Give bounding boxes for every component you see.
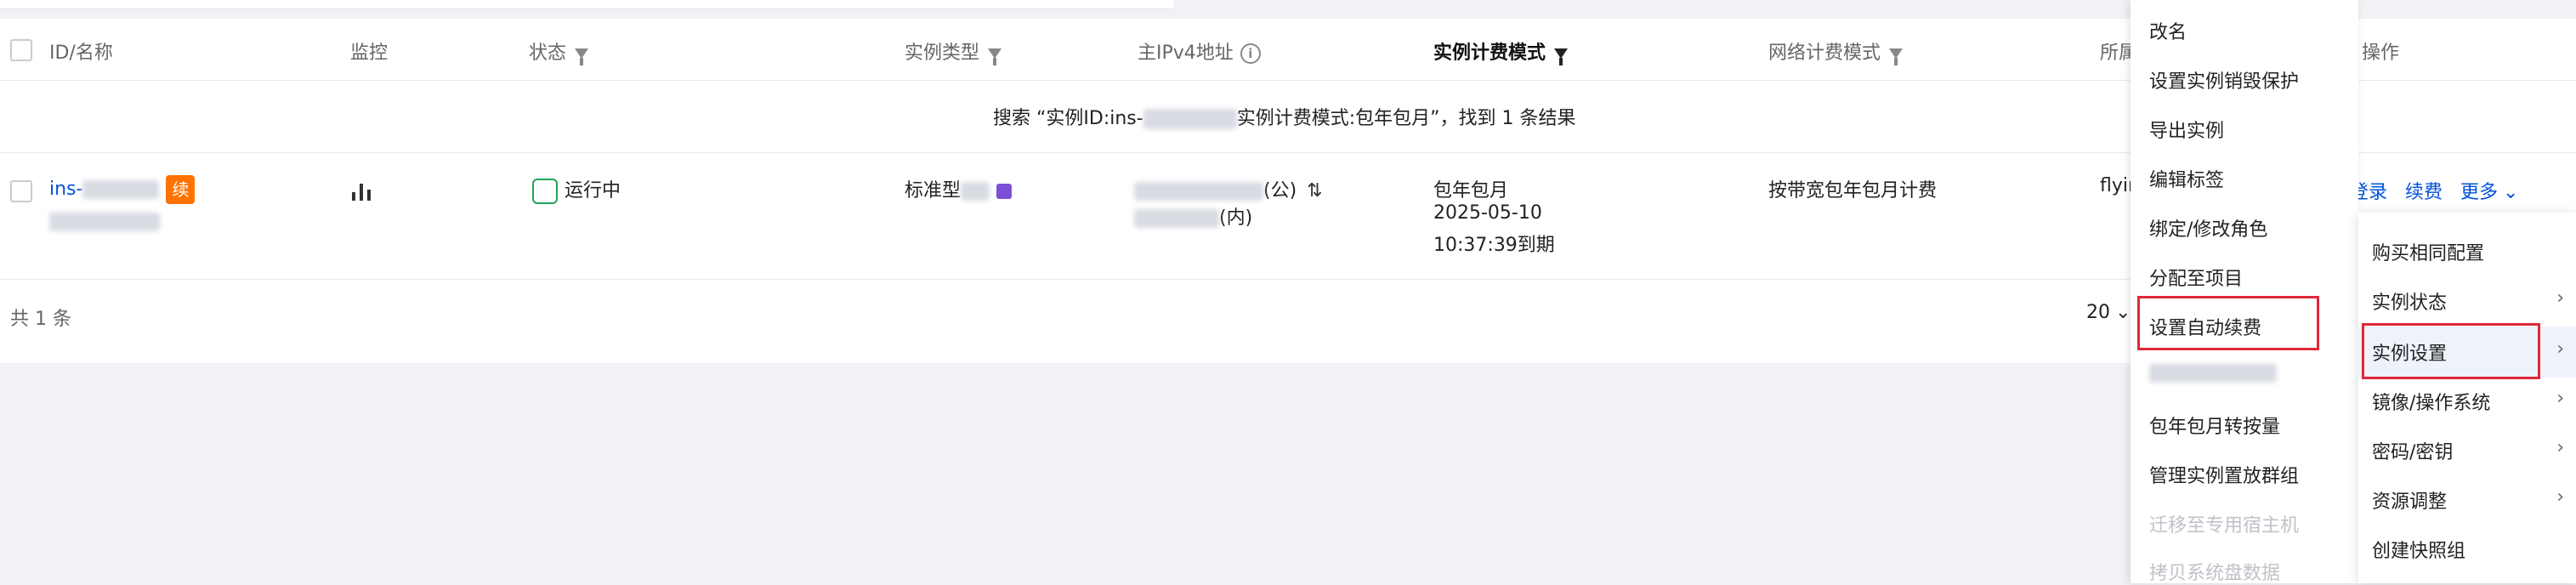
redacted-text bbox=[961, 182, 990, 201]
instance-name bbox=[49, 211, 160, 232]
search-bar-strip bbox=[0, 0, 1173, 9]
menu-item-rename[interactable]: 改名 bbox=[2149, 17, 2187, 44]
menu-item-password-key-label: 密码/密钥 bbox=[2372, 442, 2454, 463]
header-ipv4-label: 主IPv4地址 bbox=[1138, 43, 1234, 64]
menu-item-instance-status-label: 实例状态 bbox=[2372, 292, 2448, 314]
menu-item-placement-group[interactable]: 管理实例置放群组 bbox=[2149, 461, 2299, 488]
swap-ip-icon[interactable]: ⇅ bbox=[1307, 180, 1322, 202]
instance-id[interactable]: ins- 续 bbox=[49, 175, 196, 204]
header-network-billing-label: 网络计费模式 bbox=[1768, 43, 1881, 64]
menu-item-image-os-label: 镜像/操作系统 bbox=[2372, 393, 2491, 414]
header-billing-mode-label: 实例计费模式 bbox=[1433, 43, 1546, 64]
chevron-down-icon: ⌄ bbox=[2503, 182, 2519, 203]
menu-item-create-snapshot-group[interactable]: 创建快照组 bbox=[2372, 536, 2465, 563]
menu-item-image-os[interactable]: 镜像/操作系统 bbox=[2372, 388, 2490, 415]
menu-item-destroy-protection[interactable]: 设置实例销毁保护 bbox=[2149, 66, 2299, 94]
more-menu: 购买相同配置 实例状态 › 实例设置 › 镜像/操作系统 › 密码/密钥 › 资… bbox=[2358, 213, 2576, 583]
row-checkbox[interactable] bbox=[10, 180, 32, 202]
header-status-label: 状态 bbox=[529, 43, 567, 64]
instance-settings-submenu: 改名 设置实例销毁保护 导出实例 编辑标签 绑定/修改角色 分配至项目 设置自动… bbox=[2131, 0, 2358, 584]
chevron-right-icon: › bbox=[2556, 437, 2564, 458]
redacted-text bbox=[1143, 109, 1237, 129]
instance-type-icon bbox=[996, 184, 1013, 199]
ip-private-suffix: (内) bbox=[1219, 207, 1253, 229]
menu-item-copy-system-disk: 拷贝系统盘数据 bbox=[2149, 563, 2281, 584]
chevron-right-icon: › bbox=[2556, 287, 2564, 309]
header-ipv4: 主IPv4地址 i bbox=[1138, 37, 1261, 65]
network-billing: 按带宽包年包月计费 bbox=[1768, 180, 1938, 202]
row-actions: 登录 续费 更多 ⌄ bbox=[2350, 177, 2518, 204]
filter-icon[interactable] bbox=[1889, 48, 1904, 65]
header-billing-mode[interactable]: 实例计费模式 bbox=[1433, 37, 1569, 65]
renew-badge: 续 bbox=[166, 175, 196, 204]
menu-item-assign-project[interactable]: 分配至项目 bbox=[2149, 264, 2243, 291]
redacted-text bbox=[2149, 364, 2277, 383]
redacted-text bbox=[1134, 209, 1219, 228]
menu-item-convert-billing[interactable]: 包年包月转按量 bbox=[2149, 412, 2280, 439]
info-icon[interactable]: i bbox=[1240, 43, 1261, 64]
header-network-billing[interactable]: 网络计费模式 bbox=[1768, 37, 1904, 65]
menu-item-password-key[interactable]: 密码/密钥 bbox=[2372, 437, 2453, 464]
header-status[interactable]: 状态 bbox=[529, 37, 589, 65]
header-monitor: 监控 bbox=[350, 43, 389, 64]
filter-icon[interactable] bbox=[988, 48, 1002, 65]
more-label: 更多 bbox=[2460, 182, 2499, 203]
menu-item-export[interactable]: 导出实例 bbox=[2149, 116, 2224, 143]
ip-public-suffix: (公) bbox=[1263, 180, 1297, 202]
ip-private: (内) bbox=[1134, 202, 1252, 230]
search-result-suffix: 实例计费模式:包年包月”，找到 1 条结果 bbox=[1236, 108, 1576, 129]
monitor-chart-icon[interactable] bbox=[350, 182, 372, 201]
renew-link[interactable]: 续费 bbox=[2405, 182, 2443, 203]
header-instance-type[interactable]: 实例类型 bbox=[905, 37, 1002, 65]
expire-date: 2025-05-10 bbox=[1433, 202, 1542, 224]
more-dropdown[interactable]: 更多 ⌄ bbox=[2460, 182, 2518, 203]
page-size-select[interactable]: 20 ⌄ bbox=[2086, 302, 2131, 323]
instance-id-link[interactable]: ins- bbox=[49, 179, 82, 200]
page-size-value: 20 bbox=[2086, 302, 2110, 323]
chevron-right-icon: › bbox=[2556, 388, 2564, 409]
menu-item-resource-adjust[interactable]: 资源调整 bbox=[2372, 486, 2447, 514]
menu-item-bind-role[interactable]: 绑定/修改角色 bbox=[2149, 214, 2267, 241]
redacted-text bbox=[82, 180, 160, 199]
highlight-box bbox=[2137, 296, 2319, 350]
filter-icon[interactable] bbox=[1554, 48, 1569, 65]
menu-item-migrate-dedicated-host: 迁移至专用宿主机 bbox=[2149, 515, 2300, 537]
select-all-checkbox[interactable] bbox=[10, 39, 32, 61]
instance-type: 标准型 bbox=[905, 175, 1013, 202]
menu-item-resource-adjust-label: 资源调整 bbox=[2372, 491, 2448, 513]
menu-item-buy-same[interactable]: 购买相同配置 bbox=[2372, 238, 2484, 265]
chevron-right-icon: › bbox=[2556, 486, 2564, 508]
status-running: 运行中 bbox=[532, 175, 621, 204]
search-result-prefix: 搜索 “实例ID:ins- bbox=[993, 108, 1143, 129]
menu-item-edit-tags[interactable]: 编辑标签 bbox=[2149, 165, 2224, 192]
highlight-box bbox=[2362, 323, 2540, 379]
search-result-text: 搜索 “实例ID:ins- 实例计费模式:包年包月”，找到 1 条结果 bbox=[993, 103, 1576, 130]
menu-item-redacted[interactable] bbox=[2149, 362, 2277, 383]
header-id-name: ID/名称 bbox=[49, 43, 113, 64]
filter-icon[interactable] bbox=[575, 48, 589, 65]
total-count: 共 1 条 bbox=[10, 309, 71, 330]
header-operation: 操作 bbox=[2362, 43, 2400, 64]
ip-public: (公) ⇅ bbox=[1134, 175, 1323, 202]
header-instance-type-label: 实例类型 bbox=[905, 43, 980, 64]
billing-mode: 包年包月 bbox=[1433, 180, 1509, 202]
chevron-down-icon: ⌄ bbox=[2115, 302, 2131, 323]
status-label: 运行中 bbox=[565, 180, 621, 202]
status-running-icon bbox=[532, 179, 558, 204]
redacted-text bbox=[49, 213, 160, 231]
expire-time: 10:37:39到期 bbox=[1433, 235, 1555, 256]
instance-type-label: 标准型 bbox=[905, 180, 962, 202]
menu-item-instance-status[interactable]: 实例状态 bbox=[2372, 287, 2447, 315]
chevron-right-icon: › bbox=[2556, 338, 2564, 360]
redacted-text bbox=[1134, 182, 1263, 201]
